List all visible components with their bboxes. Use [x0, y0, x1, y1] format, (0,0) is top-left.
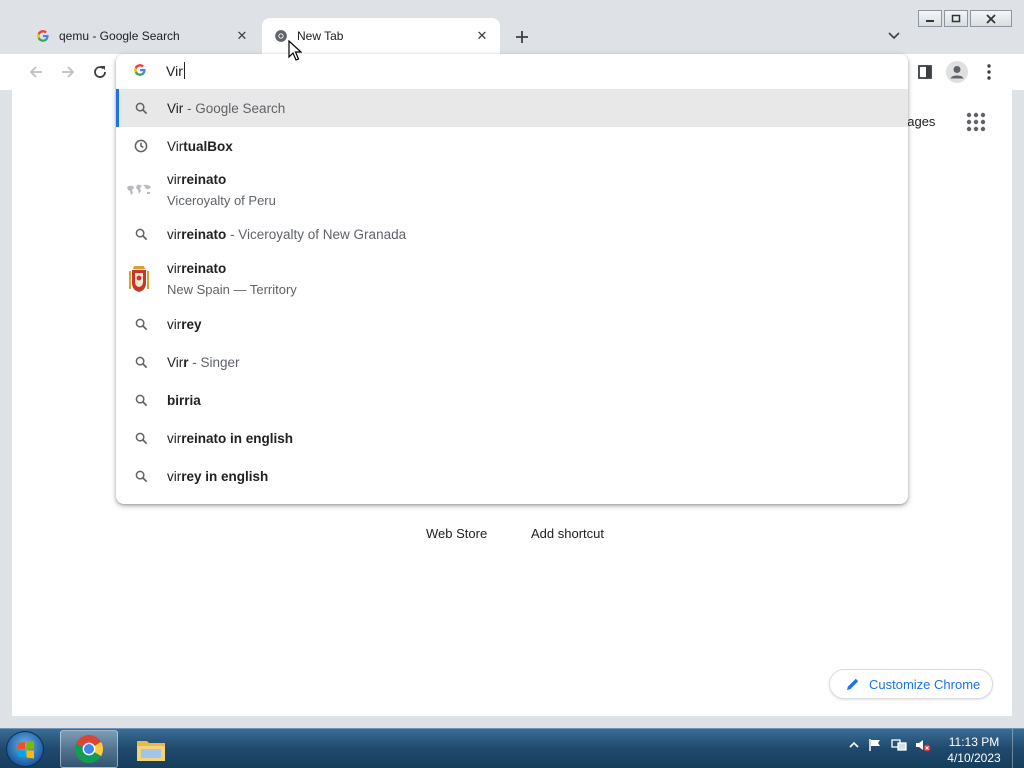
chrome-window: qemu - Google Search ✕ New Tab ✕ nages W…	[0, 0, 1024, 728]
window-controls	[916, 10, 1012, 27]
side-panel-icon	[918, 65, 932, 79]
windows-logo-icon	[18, 741, 34, 759]
suggestion-row[interactable]: virrey	[116, 305, 908, 343]
forward-button[interactable]	[54, 59, 82, 85]
suggestion-row[interactable]: virrey in english	[116, 457, 908, 495]
restore-icon	[951, 14, 961, 23]
google-favicon-icon	[35, 28, 51, 44]
taskbar-chrome[interactable]	[60, 730, 118, 768]
search-icon	[132, 353, 150, 371]
minimize-icon	[926, 19, 934, 22]
close-icon	[986, 13, 996, 24]
profile-avatar-icon	[946, 61, 968, 83]
close-window-button[interactable]	[970, 10, 1012, 27]
arrow-left-icon	[29, 66, 42, 78]
show-desktop-button[interactable]	[1012, 729, 1024, 768]
volume-muted-icon[interactable]	[914, 736, 932, 754]
restore-button[interactable]	[944, 10, 968, 27]
suggestion-row[interactable]: Vir - Google Search	[116, 89, 908, 127]
omnibox-input[interactable]	[166, 60, 766, 82]
search-icon	[132, 429, 150, 447]
chevron-down-icon	[888, 32, 900, 40]
taskbar-file-explorer[interactable]	[122, 730, 180, 768]
suggestion-row[interactable]: virreinato New Spain — Territory	[116, 253, 908, 305]
action-center-flag-icon[interactable]	[866, 736, 884, 754]
customize-chrome-label: Customize Chrome	[869, 676, 981, 692]
world-map-thumbnail-icon	[125, 180, 153, 200]
plus-icon	[516, 31, 528, 43]
start-button[interactable]	[6, 731, 44, 767]
system-clock[interactable]: 11:13 PM 4/10/2023	[944, 734, 1004, 766]
folder-icon	[137, 741, 165, 761]
more-vertical-icon	[987, 64, 991, 80]
suggestion-row[interactable]: Virr - Singer	[116, 343, 908, 381]
minimize-button[interactable]	[918, 10, 942, 27]
tab-close-icon[interactable]: ✕	[472, 26, 492, 46]
pencil-icon	[847, 678, 859, 690]
side-panel-button[interactable]	[912, 59, 938, 85]
shortcut-web-store[interactable]: Web Store	[426, 526, 487, 541]
tab-search-button[interactable]	[882, 26, 906, 46]
chrome-menu-button[interactable]	[976, 59, 1002, 85]
show-hidden-icons-button[interactable]	[845, 736, 863, 754]
arrow-right-icon	[62, 66, 75, 78]
apps-grid-icon	[966, 112, 986, 132]
search-icon	[132, 225, 150, 243]
chrome-favicon-icon	[273, 28, 289, 44]
mouse-pointer-icon	[288, 40, 302, 61]
network-icon[interactable]	[890, 736, 908, 754]
shortcut-add[interactable]: Add shortcut	[531, 526, 604, 541]
tab-google-search[interactable]: qemu - Google Search ✕	[24, 18, 260, 54]
suggestion-row[interactable]: virreinato in english	[116, 419, 908, 457]
search-icon	[132, 99, 150, 117]
suggestion-row[interactable]: virreinato - Viceroyalty of New Granada	[116, 215, 908, 253]
profile-button[interactable]	[944, 59, 970, 85]
suggestion-row[interactable]: virreinato Viceroyalty of Peru	[116, 165, 908, 215]
reload-icon	[94, 66, 106, 78]
tab-title: qemu - Google Search	[59, 29, 180, 43]
back-button[interactable]	[22, 59, 50, 85]
google-apps-button[interactable]	[964, 110, 988, 134]
chevron-up-icon	[849, 741, 859, 748]
customize-chrome-button[interactable]: Customize Chrome	[829, 669, 993, 699]
new-tab-button[interactable]	[510, 25, 534, 49]
reload-button[interactable]	[86, 59, 114, 85]
tab-close-icon[interactable]: ✕	[232, 26, 252, 46]
chrome-logo-icon	[74, 735, 103, 763]
suggestion-row[interactable]: birria	[116, 381, 908, 419]
coat-of-arms-thumbnail-icon	[128, 262, 150, 296]
omnibox-row	[116, 54, 908, 88]
search-icon	[132, 467, 150, 485]
clock-time: 11:13 PM	[948, 735, 1000, 749]
text-caret	[184, 62, 185, 79]
tab-title: New Tab	[297, 29, 344, 43]
clock-date: 4/10/2023	[947, 751, 1001, 765]
search-icon	[132, 391, 150, 409]
search-icon	[132, 315, 150, 333]
history-clock-icon	[132, 137, 150, 155]
google-g-icon	[133, 63, 149, 79]
omnibox-dropdown: Vir - Google Search VirtualBox virreinat…	[116, 54, 908, 504]
suggestion-row[interactable]: VirtualBox	[116, 127, 908, 165]
